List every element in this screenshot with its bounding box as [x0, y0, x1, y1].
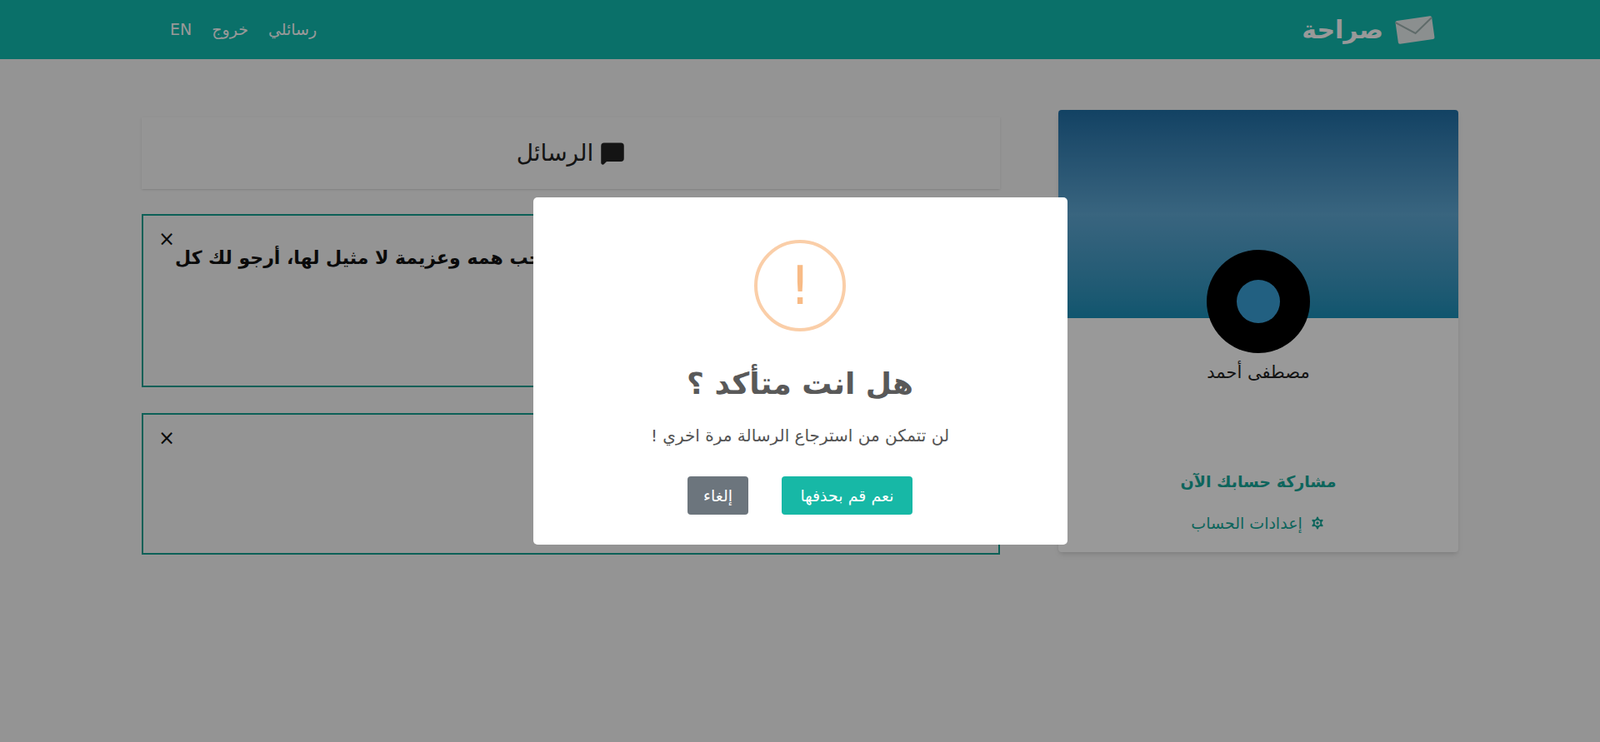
modal-overlay[interactable]: ! هل انت متأكد ؟ لن تتمكن من استرجاع الرسا…	[0, 0, 1600, 742]
confirm-dialog: ! هل انت متأكد ؟ لن تتمكن من استرجاع الرسا…	[533, 197, 1068, 545]
dialog-title: هل انت متأكد ؟	[686, 361, 914, 407]
cancel-button[interactable]: إلغاء	[687, 476, 749, 515]
confirm-button[interactable]: نعم قم بحذفها	[781, 476, 913, 515]
dialog-text: لن تتمكن من استرجاع الرسالة مرة اخري !	[650, 423, 950, 449]
warning-icon: !	[754, 240, 846, 332]
